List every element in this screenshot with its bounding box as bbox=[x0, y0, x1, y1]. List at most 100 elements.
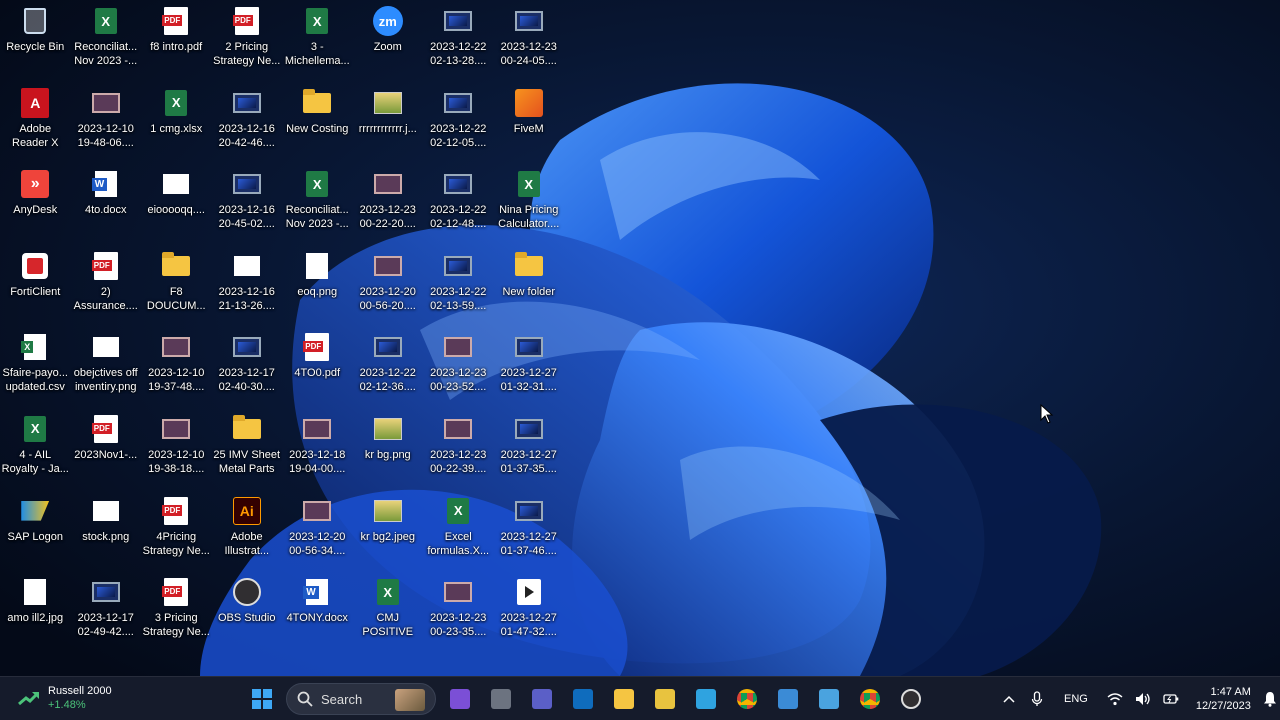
desktop-icon[interactable]: X Nina Pricing Calculator.... bbox=[494, 167, 565, 249]
notification-bell-icon[interactable] bbox=[1261, 690, 1279, 708]
desktop-icon[interactable]: 2023-12-18 19-04-00.... bbox=[282, 412, 353, 494]
desktop-icon[interactable]: 2023-12-23 00-24-05.... bbox=[494, 4, 565, 86]
desktop-icon[interactable]: 2023-12-16 20-45-02.... bbox=[212, 167, 283, 249]
desktop-icon[interactable]: 2023Nov1-... bbox=[71, 412, 142, 494]
excel-file-icon: X bbox=[373, 577, 403, 607]
excel-file-icon: X bbox=[302, 169, 332, 199]
desktop-icon-label: 4TONY.docx bbox=[286, 612, 348, 625]
microphone-icon[interactable] bbox=[1028, 690, 1046, 708]
desktop-icon[interactable]: 2023-12-16 20-42-46.... bbox=[212, 86, 283, 168]
desktop-icon[interactable]: X CMJ POSITIVE C... bbox=[353, 575, 424, 657]
taskbar-photos-app-button[interactable] bbox=[811, 681, 847, 717]
desktop-icon[interactable]: Sfaire-payo... updated.csv bbox=[0, 330, 71, 412]
desktop-icon[interactable]: X 3 - Michellema... bbox=[282, 4, 353, 86]
desktop-icon[interactable]: 2023-12-20 00-56-34.... bbox=[282, 494, 353, 576]
desktop-icon[interactable]: FiveM bbox=[494, 86, 565, 168]
taskbar-task-view-button[interactable] bbox=[483, 681, 519, 717]
desktop-icon[interactable]: 2023-12-22 02-13-59.... bbox=[423, 249, 494, 331]
taskbar-chrome-profile-button[interactable] bbox=[852, 681, 888, 717]
desktop-icon[interactable]: amo ill2.jpg bbox=[0, 575, 71, 657]
taskbar-copilot-app-button[interactable] bbox=[442, 681, 478, 717]
taskbar-search[interactable]: Search bbox=[286, 683, 436, 715]
taskbar-remote-desktop-button[interactable] bbox=[688, 681, 724, 717]
desktop-icon-grid: Recycle Bin A Adobe Reader X » AnyDesk FortiC… bbox=[0, 0, 570, 660]
desktop-icon[interactable]: kr bg2.jpeg bbox=[353, 494, 424, 576]
desktop-icon[interactable]: 2023-12-16 21-13-26.... bbox=[212, 249, 283, 331]
desktop-icon[interactable]: Recycle Bin bbox=[0, 4, 71, 86]
desktop-icon[interactable]: 2023-12-23 00-23-52.... bbox=[423, 330, 494, 412]
desktop-icon[interactable]: 2 Pricing Strategy Ne... bbox=[212, 4, 283, 86]
desktop-icon[interactable]: A Adobe Reader X bbox=[0, 86, 71, 168]
taskbar-file-app-button[interactable] bbox=[770, 681, 806, 717]
desktop-icon[interactable]: X 4 - AIL Royalty - Ja... bbox=[0, 412, 71, 494]
desktop-icon-label: 2023-12-23 00-24-05.... bbox=[500, 41, 557, 67]
desktop-icon[interactable]: X Excel formulas.X... bbox=[423, 494, 494, 576]
start-button[interactable] bbox=[244, 681, 280, 717]
desktop-icon[interactable]: » AnyDesk bbox=[0, 167, 71, 249]
image-file-icon bbox=[232, 251, 262, 281]
stock-widget[interactable]: Russell 2000 +1.48% bbox=[18, 684, 112, 712]
desktop-icon[interactable]: 2023-12-27 01-37-46.... bbox=[494, 494, 565, 576]
desktop-icon[interactable]: kr bg.png bbox=[353, 412, 424, 494]
taskbar-notes-app-button[interactable] bbox=[647, 681, 683, 717]
desktop-icon[interactable]: SAP Logon bbox=[0, 494, 71, 576]
desktop-icon[interactable]: Ai Adobe Illustrat... bbox=[212, 494, 283, 576]
desktop-icon[interactable]: obejctives off inventiry.png bbox=[71, 330, 142, 412]
desktop-icon[interactable]: 2023-12-23 00-22-20.... bbox=[353, 167, 424, 249]
desktop-icon[interactable]: 2023-12-27 01-47-32.... bbox=[494, 575, 565, 657]
desktop-icon[interactable]: zm Zoom bbox=[353, 4, 424, 86]
desktop-icon-label: 4to.docx bbox=[84, 204, 127, 217]
desktop-icon[interactable]: rrrrrrrrrrrr.j... bbox=[353, 86, 424, 168]
desktop-icon-label: 2023Nov1-... bbox=[74, 448, 138, 461]
taskbar-chrome-button[interactable] bbox=[729, 681, 765, 717]
video-file-icon bbox=[443, 6, 473, 36]
desktop-icon[interactable]: F8 DOUCUM... bbox=[141, 249, 212, 331]
desktop-icon[interactable]: 2023-12-22 02-13-28.... bbox=[423, 4, 494, 86]
desktop-icon[interactable]: 4TONY.docx bbox=[282, 575, 353, 657]
desktop-icon[interactable]: 2023-12-23 00-22-39.... bbox=[423, 412, 494, 494]
desktop-icon-label: 2023-12-10 19-38-18.... bbox=[148, 448, 205, 475]
language-indicator[interactable]: ENG bbox=[1064, 693, 1088, 705]
desktop-icon[interactable]: New Costing bbox=[282, 86, 353, 168]
desktop-icon[interactable]: New folder bbox=[494, 249, 565, 331]
desktop-icon[interactable]: 4TO0.pdf bbox=[282, 330, 353, 412]
desktop-icon[interactable]: 2023-12-22 02-12-36.... bbox=[353, 330, 424, 412]
desktop-icon[interactable]: 4to.docx bbox=[71, 167, 142, 249]
chevron-up-icon[interactable] bbox=[1000, 690, 1018, 708]
desktop-icon[interactable]: 2023-12-20 00-56-20.... bbox=[353, 249, 424, 331]
taskbar-outlook-button[interactable] bbox=[565, 681, 601, 717]
video-file-icon bbox=[514, 332, 544, 362]
desktop-icon[interactable]: X 1 cmg.xlsx bbox=[141, 86, 212, 168]
video-file-icon bbox=[443, 332, 473, 362]
desktop-icon[interactable]: 2023-12-23 00-23-35.... bbox=[423, 575, 494, 657]
desktop-icon[interactable]: stock.png bbox=[71, 494, 142, 576]
wifi-icon[interactable] bbox=[1106, 690, 1124, 708]
desktop-icon[interactable]: OBS Studio bbox=[212, 575, 283, 657]
battery-icon[interactable] bbox=[1162, 690, 1180, 708]
taskbar-teams-button[interactable] bbox=[524, 681, 560, 717]
desktop-icon[interactable]: FortiClient bbox=[0, 249, 71, 331]
desktop-icon[interactable]: 2023-12-17 02-40-30.... bbox=[212, 330, 283, 412]
taskbar-obs-tray-button[interactable] bbox=[893, 681, 929, 717]
desktop-icon[interactable]: eoq.png bbox=[282, 249, 353, 331]
desktop-icon[interactable]: 2023-12-22 02-12-48.... bbox=[423, 167, 494, 249]
desktop-icon[interactable]: 4Pricing Strategy Ne... bbox=[141, 494, 212, 576]
desktop-icon[interactable]: X Reconciliat... Nov 2023 -... bbox=[282, 167, 353, 249]
desktop-icon[interactable]: 2023-12-17 02-49-42.... bbox=[71, 575, 142, 657]
desktop-icon[interactable]: eiooooqq.... bbox=[141, 167, 212, 249]
desktop-icon-label: AnyDesk bbox=[13, 204, 58, 217]
desktop-icon[interactable]: 3 Pricing Strategy Ne... bbox=[141, 575, 212, 657]
desktop-icon[interactable]: 2023-12-27 01-32-31.... bbox=[494, 330, 565, 412]
desktop-icon[interactable]: f8 intro.pdf bbox=[141, 4, 212, 86]
desktop-icon[interactable]: 2023-12-22 02-12-05.... bbox=[423, 86, 494, 168]
desktop-icon[interactable]: 2023-12-10 19-38-18.... bbox=[141, 412, 212, 494]
desktop-icon[interactable]: X Reconciliat... Nov 2023 -... bbox=[71, 4, 142, 86]
desktop-icon[interactable]: 2023-12-10 19-37-48.... bbox=[141, 330, 212, 412]
volume-icon[interactable] bbox=[1134, 690, 1152, 708]
clock[interactable]: 1:47 AM 12/27/2023 bbox=[1196, 685, 1251, 713]
desktop-icon[interactable]: 25 IMV Sheet Metal Parts bbox=[212, 412, 283, 494]
desktop-icon[interactable]: 2023-12-10 19-48-06.... bbox=[71, 86, 142, 168]
taskbar-file-explorer-button[interactable] bbox=[606, 681, 642, 717]
desktop-icon[interactable]: 2023-12-27 01-37-35.... bbox=[494, 412, 565, 494]
desktop-icon[interactable]: 2) Assurance.... bbox=[71, 249, 142, 331]
